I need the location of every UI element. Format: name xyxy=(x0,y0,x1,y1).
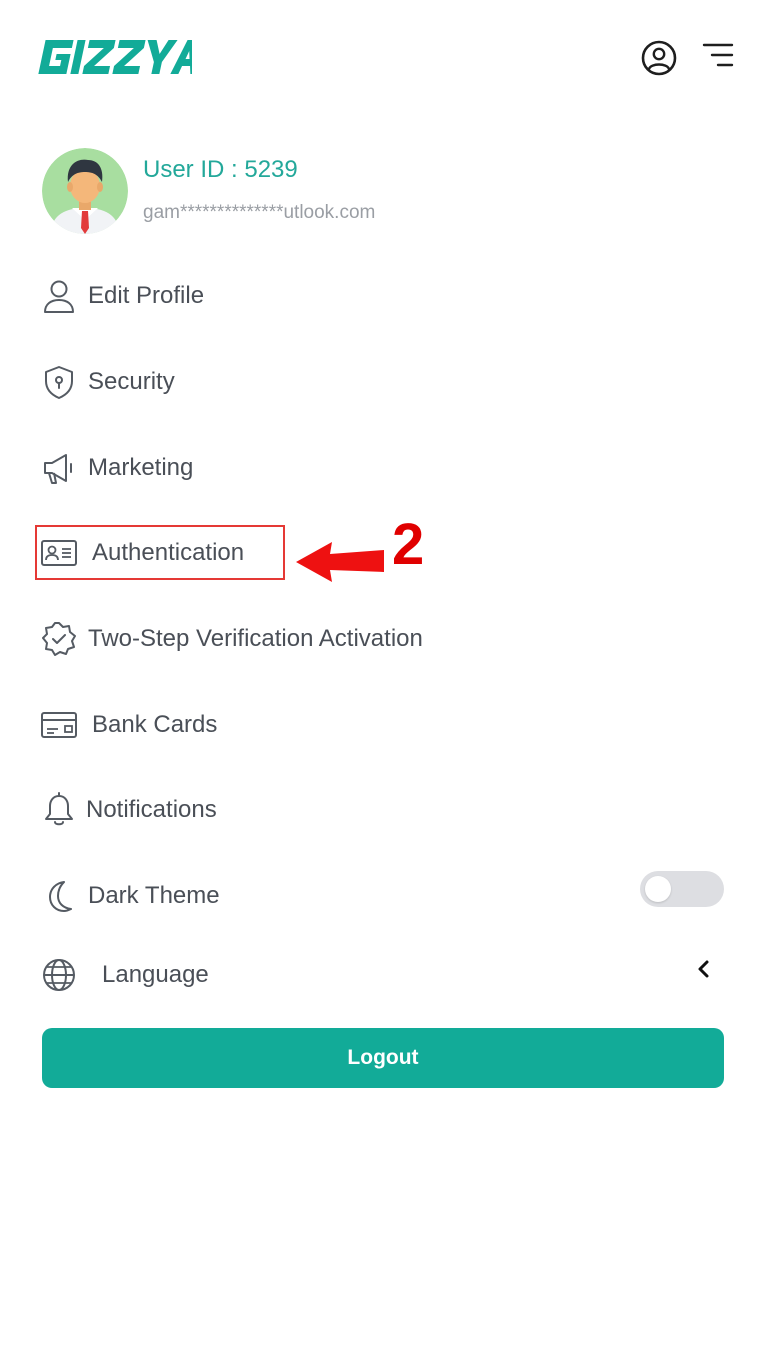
verified-badge-icon xyxy=(40,620,78,658)
annotation-arrow-icon xyxy=(294,540,386,584)
menu-item-notifications[interactable]: Notifications xyxy=(40,788,217,832)
toggle-knob xyxy=(645,876,671,902)
menu-item-language[interactable]: Language xyxy=(40,953,209,997)
menu-label: Edit Profile xyxy=(88,282,205,309)
globe-icon xyxy=(40,956,78,994)
annotation-step-number: 2 xyxy=(392,512,425,577)
user-circle-icon[interactable] xyxy=(640,39,678,77)
menu-label: Language xyxy=(102,961,209,988)
menu-item-security[interactable]: Security xyxy=(40,360,175,404)
avatar[interactable] xyxy=(42,148,128,234)
menu-item-dark-theme[interactable]: Dark Theme xyxy=(40,874,220,918)
chevron-left-icon[interactable] xyxy=(692,957,716,981)
credit-card-icon xyxy=(40,706,78,744)
user-id: User ID : 5239 xyxy=(143,156,298,183)
menu-label: Notifications xyxy=(86,796,217,823)
moon-icon xyxy=(40,877,78,915)
menu-label: Marketing xyxy=(88,454,194,481)
menu-item-edit-profile[interactable]: Edit Profile xyxy=(40,274,204,318)
shield-icon xyxy=(40,363,78,401)
user-icon xyxy=(40,277,78,315)
dark-theme-toggle[interactable] xyxy=(640,871,724,907)
megaphone-icon xyxy=(40,449,78,487)
menu-label: Security xyxy=(88,368,175,395)
menu-item-bank-cards[interactable]: Bank Cards xyxy=(40,703,217,747)
menu-label: Two-Step Verification Activation xyxy=(88,625,423,652)
bell-icon xyxy=(40,791,78,829)
menu-label: Dark Theme xyxy=(88,882,220,909)
annotation-highlight-box xyxy=(35,525,285,580)
menu-item-two-step-verification[interactable]: Two-Step Verification Activation xyxy=(40,617,423,661)
brand-logo[interactable] xyxy=(36,38,192,76)
profile-summary: User ID : 5239 gam**************utlook.c… xyxy=(42,148,542,238)
hamburger-menu-icon[interactable] xyxy=(700,41,736,73)
menu-item-marketing[interactable]: Marketing xyxy=(40,446,193,490)
logout-button[interactable]: Logout xyxy=(42,1028,724,1088)
user-email: gam**************utlook.com xyxy=(143,202,376,223)
menu-label: Bank Cards xyxy=(92,711,218,738)
